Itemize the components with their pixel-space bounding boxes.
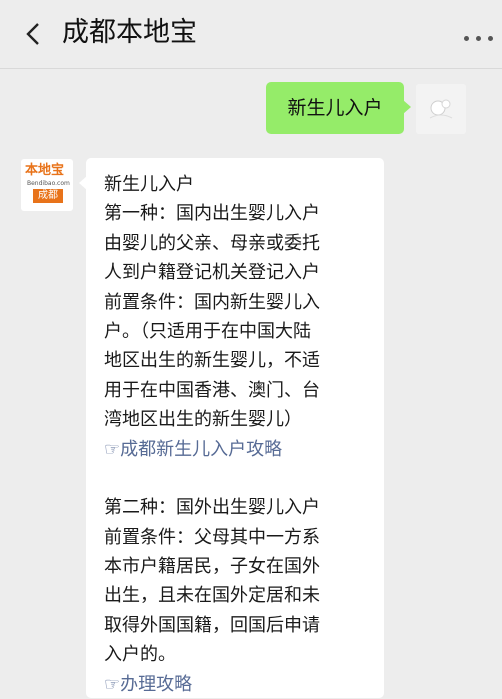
outgoing-message-bubble[interactable]: 新生儿入户 — [266, 82, 411, 134]
message-line: 第一种：国内出生婴儿入户 — [104, 203, 320, 225]
avatar-site: Bendibao.com — [27, 180, 70, 187]
official-account-avatar[interactable]: 本地宝 Bendibao.com 成都 — [21, 159, 73, 211]
message-line: 取得外国国籍，回国后申请 — [104, 614, 320, 636]
message-line: 前置条件：国内新生婴儿入 — [104, 291, 320, 313]
message-line: 出生，且未在国外定居和未 — [104, 585, 320, 607]
message-line: 第二种：国外出生婴儿入户 — [104, 497, 320, 519]
chat-header: 成都本地宝 — [0, 0, 502, 69]
message-line: 由婴儿的父亲、母亲或委托 — [104, 232, 320, 254]
message-line: 地区出生的新生婴儿，不适 — [104, 350, 320, 372]
message-line: 湾地区出生的新生婴儿） — [104, 409, 302, 431]
message-line: 人到户籍登记机关登记入户 — [104, 262, 320, 284]
message-line: 新生儿入户 — [104, 174, 194, 195]
user-avatar-image — [416, 84, 466, 134]
message-line: 本市户籍居民，子女在国外 — [104, 556, 320, 578]
application-guide-link[interactable]: ☞办理攻略 — [104, 670, 366, 699]
message-line: 入户的。 — [104, 644, 176, 666]
message-line: 用于在中国香港、澳门、台 — [104, 379, 320, 401]
chat-title: 成都本地宝 — [62, 17, 197, 48]
chengdu-newborn-guide-link[interactable]: ☞成都新生儿入户攻略 — [104, 435, 366, 464]
message-line: 户。（只适用于在中国大陆 — [104, 320, 311, 342]
incoming-message-bubble[interactable]: 新生儿入户 第一种：国内出生婴儿入户 由婴儿的父亲、母亲或委托 人到户籍登记机关… — [79, 158, 384, 699]
more-options-icon[interactable] — [464, 36, 494, 44]
avatar-city-badge: 成都 — [33, 189, 63, 203]
avatar-brand: 本地宝 — [25, 163, 65, 178]
back-icon[interactable] — [22, 20, 46, 48]
message-line: 前置条件：父母其中一方系 — [104, 526, 320, 548]
outgoing-message-text: 新生儿入户 — [287, 97, 383, 119]
incoming-message-text: 新生儿入户 第一种：国内出生婴儿入户 由婴儿的父亲、母亲或委托 人到户籍登记机关… — [104, 170, 366, 699]
user-avatar[interactable] — [416, 84, 466, 134]
